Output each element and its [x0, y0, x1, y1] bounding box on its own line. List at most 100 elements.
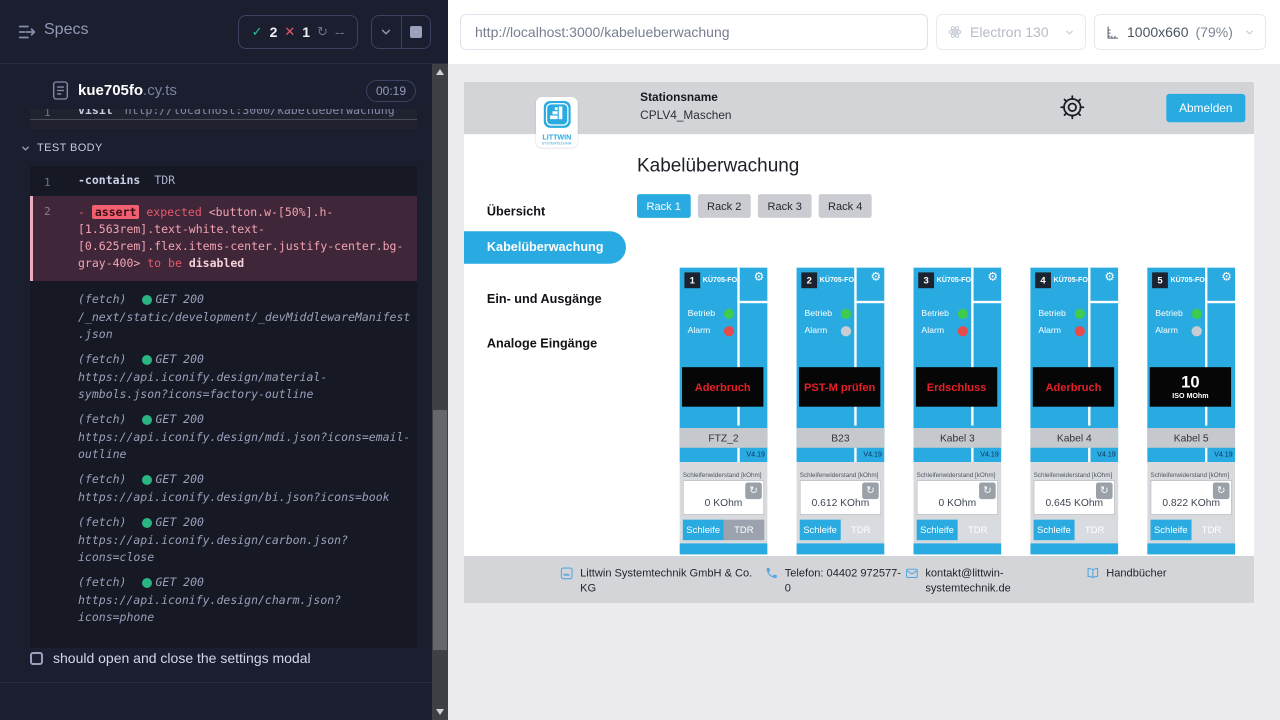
fetch-url: https://api.iconify.design/carbon.json?i…: [78, 532, 414, 566]
status-display: Aderbruch: [1033, 367, 1114, 407]
logo-title: LITTWIN: [536, 133, 578, 141]
firmware-version: V4.19: [980, 450, 999, 458]
fetch-log-entry[interactable]: (fetch) GET 200 https://api.iconify.desi…: [78, 471, 414, 506]
tab-rack-4[interactable]: Rack 4: [819, 194, 872, 218]
footer-manuals-link[interactable]: Handbücher: [1086, 565, 1167, 580]
command-row-visit[interactable]: 1 visit http://localhost:3000/kabelueber…: [30, 109, 417, 129]
collapse-button[interactable]: [372, 16, 401, 48]
command-name: visit: [78, 109, 113, 119]
firmware-version: V4.19: [746, 450, 765, 458]
schleife-button[interactable]: Schleife: [800, 520, 841, 541]
fetch-url: /_next/static/development/_devMiddleware…: [78, 309, 414, 343]
station-label: Stationsname: [640, 91, 718, 104]
device-model-label: KÜ705-FO: [935, 276, 973, 284]
firmware-version: V4.19: [863, 450, 882, 458]
spec-file-row[interactable]: kue705fo.cy.ts 00:19: [0, 76, 432, 108]
resistance-label: Schleifenwiderstand [kOhm]: [800, 471, 881, 478]
url-input[interactable]: [460, 14, 928, 50]
device-gear-icon[interactable]: ⚙: [1221, 271, 1232, 283]
fetch-label: (fetch): [78, 471, 126, 488]
assert-chip: assert: [92, 205, 140, 219]
test-body-toggle[interactable]: TEST BODY: [20, 142, 103, 154]
stop-button[interactable]: [401, 16, 431, 48]
device-gear-icon[interactable]: ⚙: [987, 271, 998, 283]
status-display: Erdschluss: [916, 367, 997, 407]
footer-company: Littwin Systemtechnik GmbH & Co. KG: [560, 565, 753, 595]
device-number-badge: 4: [1035, 272, 1051, 288]
fetch-log-entry[interactable]: (fetch) GET 200 https://api.iconify.desi…: [78, 351, 414, 403]
alarm-label: Alarm: [688, 326, 711, 335]
schleife-button[interactable]: Schleife: [1151, 520, 1192, 541]
specs-label[interactable]: Specs: [44, 21, 88, 39]
alarm-label: Alarm: [1155, 326, 1178, 335]
sidebar-item-ein-und-ausgaenge[interactable]: Ein- und Ausgänge: [487, 293, 602, 307]
resistance-valuebox: ↻ 0 KOhm: [683, 480, 764, 515]
tab-rack-2[interactable]: Rack 2: [698, 194, 751, 218]
reporter-buttons: [371, 15, 431, 49]
logo-subtitle: SYSTEMTECHNIK: [536, 141, 578, 145]
command-row-contains[interactable]: 1 -contains TDR: [30, 166, 417, 196]
kabelueberwachung-app: Stationsname CPLV4_Maschen Abmelden LITT…: [464, 82, 1254, 603]
specs-list-icon[interactable]: [16, 21, 38, 48]
tdr-button[interactable]: TDR: [1074, 520, 1115, 541]
fetch-log-entry[interactable]: (fetch) GET 200 https://api.iconify.desi…: [78, 574, 414, 626]
failed-assert-row[interactable]: 2 - assert expected <button.w-[50%].h-[1…: [30, 196, 417, 281]
device-faceplate: 3 KÜ705-FO ⚙ Betrieb Alarm Erdschluss Ka…: [914, 268, 1002, 462]
viewport-size: 1000x660: [1127, 24, 1189, 40]
resistance-value: 0.645 KOhm: [1034, 497, 1114, 509]
reporter-scrollbar[interactable]: [432, 64, 448, 720]
viewport-select[interactable]: 1000x660 (79%): [1094, 14, 1266, 50]
schleife-button[interactable]: Schleife: [683, 520, 724, 541]
fetch-log-entry[interactable]: (fetch) GET 200 /_next/static/developmen…: [78, 291, 414, 343]
cable-name-label: B23: [797, 428, 885, 448]
cable-name-label: Kabel 3: [914, 428, 1002, 448]
iso-unit: ISO MOhm: [1172, 392, 1208, 400]
logout-button[interactable]: Abmelden: [1166, 94, 1245, 122]
settings-gear-icon[interactable]: [1058, 93, 1086, 125]
command-log: 1 -contains TDR 2 - assert expected <but…: [30, 166, 417, 648]
device-gear-icon[interactable]: ⚙: [1104, 271, 1115, 283]
reporter-header: Specs ✓ 2 ✕ 1 ↻ --: [0, 0, 448, 64]
sidebar-item-uebersicht[interactable]: Übersicht: [487, 205, 545, 219]
scroll-up-arrow[interactable]: [436, 69, 444, 75]
resistance-module: Schleifenwiderstand [kOhm] ↻ 0 KOhm Schl…: [680, 462, 768, 543]
app-footer: Littwin Systemtechnik GmbH & Co. KG Tele…: [464, 556, 1254, 603]
assert-to-be: to be: [147, 256, 182, 270]
resistance-module: Schleifenwiderstand [kOhm] ↻ 0.612 KOhm …: [797, 462, 885, 543]
next-test-row[interactable]: should open and close the settings modal: [30, 650, 311, 666]
tdr-button[interactable]: TDR: [840, 520, 881, 541]
divider: [1090, 301, 1118, 303]
tdr-button[interactable]: TDR: [1191, 520, 1232, 541]
browser-select[interactable]: Electron 130: [936, 14, 1086, 50]
spec-file-name: kue705fo.cy.ts: [78, 82, 177, 99]
resistance-value: 0 KOhm: [917, 497, 997, 509]
footer-manuals-text: Handbücher: [1106, 565, 1166, 580]
sidebar-item-analoge-eingaenge[interactable]: Analoge Eingänge: [487, 337, 597, 351]
tab-rack-3[interactable]: Rack 3: [758, 194, 811, 218]
resistance-valuebox: ↻ 0 KOhm: [917, 480, 998, 515]
tab-rack-1[interactable]: Rack 1: [637, 194, 690, 218]
resistance-label: Schleifenwiderstand [kOhm]: [1034, 471, 1115, 478]
schleife-button[interactable]: Schleife: [917, 520, 958, 541]
resistance-valuebox: ↻ 0.612 KOhm: [800, 480, 881, 515]
fetch-log-entry[interactable]: (fetch) GET 200 https://api.iconify.desi…: [78, 411, 414, 463]
betrieb-label: Betrieb: [1038, 309, 1066, 318]
sidebar-item-kabelueberwachung[interactable]: Kabelüberwachung: [464, 231, 626, 263]
device-bottom-strip: [914, 543, 1002, 554]
resistance-value: 0.822 KOhm: [1151, 497, 1231, 509]
scroll-down-arrow[interactable]: [436, 709, 444, 715]
tdr-button[interactable]: TDR: [957, 520, 998, 541]
device-gear-icon[interactable]: ⚙: [870, 271, 881, 283]
fetch-log-entry[interactable]: (fetch) GET 200 https://api.iconify.desi…: [78, 514, 414, 566]
tdr-button[interactable]: TDR: [724, 520, 765, 541]
divider: [1205, 448, 1207, 462]
scrollbar-thumb[interactable]: [433, 410, 447, 650]
alarm-label: Alarm: [804, 326, 827, 335]
resistance-value: 0.612 KOhm: [801, 497, 881, 509]
device-model-label: KÜ705-FO: [1169, 276, 1207, 284]
littwin-logo-icon: [543, 100, 571, 128]
schleife-button[interactable]: Schleife: [1034, 520, 1075, 541]
pending-count: --: [335, 24, 344, 40]
device-gear-icon[interactable]: ⚙: [754, 271, 765, 283]
fetch-url: https://api.iconify.design/bi.json?icons…: [78, 489, 414, 506]
